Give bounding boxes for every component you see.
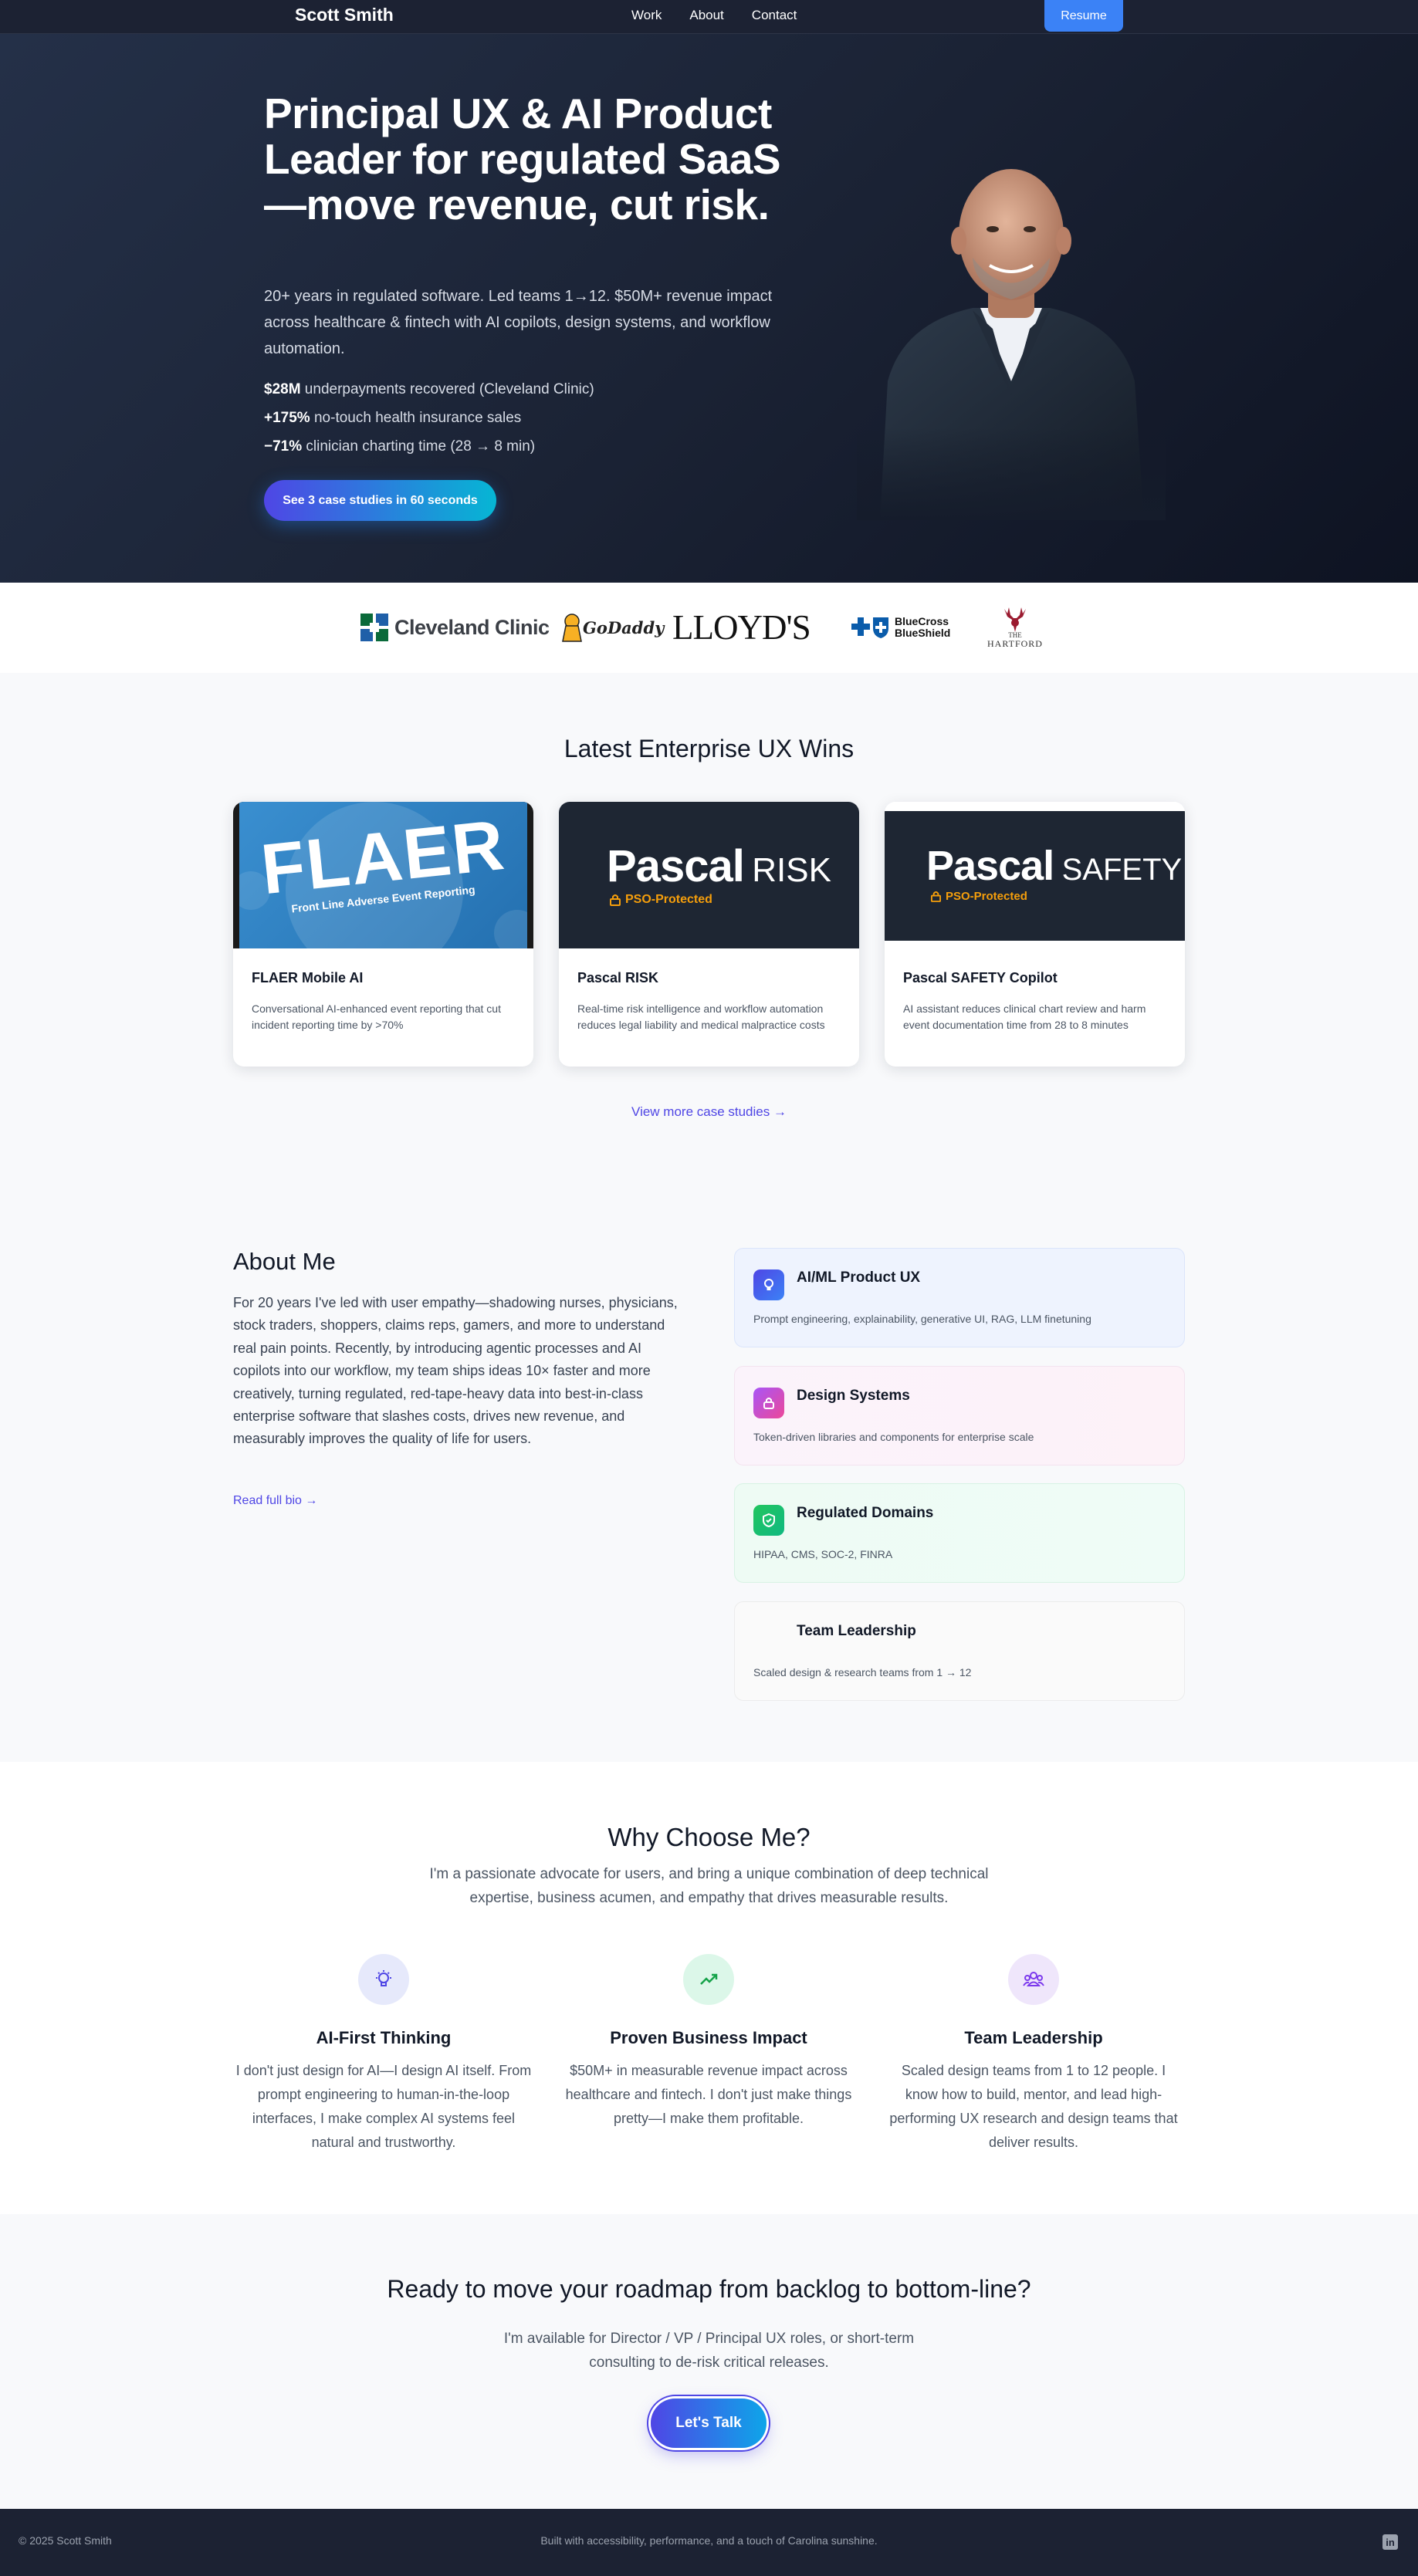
read-full-bio-link[interactable]: Read full bio → [233,1494,317,1508]
footer-tagline: Built with accessibility, performance, a… [540,2534,878,2547]
card-description: Conversational AI-enhanced event reporti… [252,1002,501,1031]
stat-value: $28M [264,381,301,397]
skill-description: Token-driven libraries and components fo… [753,1431,1034,1443]
feature-title: AI-First Thinking [316,2028,452,2047]
stat-item: −71% clinician charting time (28 → 8 min… [264,432,594,461]
skill-title: AI/ML Product UX [797,1269,921,1286]
stat-value: −71% [264,438,303,455]
linkedin-icon[interactable]: in [1382,2534,1398,2550]
skill-title: Design Systems [797,1388,910,1404]
trending-up-icon [683,1954,734,2005]
pascal-risk-thumbnail: Pascal RISK PSO-Protected [559,802,859,948]
flaer-thumbnail: FLAER Front Line Adverse Event Reporting [233,802,533,948]
stat-text: no-touch health insurance sales [310,410,522,426]
view-more-case-studies-link[interactable]: View more case studies → [0,1104,1418,1120]
pso-badge: PSO-Protected [946,890,1027,903]
hero-subtitle: 20+ years in regulated software. Led tea… [264,288,773,357]
pso-badge: PSO-Protected [625,893,712,906]
case-study-card-pascal-safety[interactable]: Pascal SAFETY PSO-Protected Pascal SAFET… [885,802,1185,1067]
hero-section: Principal UX & AI Product Leader for reg… [0,34,1418,583]
skill-title: Team Leadership [797,1623,916,1639]
cleveland-clinic-wordmark: Cleveland Clinic [394,615,550,639]
cleveland-clinic-cross-icon [360,614,388,641]
card-description: Real-time risk intelligence and workflow… [577,1002,825,1031]
case-studies-cta-button[interactable]: See 3 case studies in 60 seconds [264,480,496,521]
godaddy-wordmark: GoDaddy [583,617,665,637]
feature-business-impact: Proven Business Impact $50M+ in measurab… [560,1954,857,2131]
skill-description: Scaled design & research teams from 1 → … [753,1666,972,1678]
nav-link-about[interactable]: About [689,8,723,23]
feature-description: $50M+ in measurable revenue impact acros… [565,2063,852,2126]
team-icon [1008,1954,1059,2005]
site-footer: © 2025 Scott Smith Built with accessibil… [0,2509,1418,2576]
feature-team-leadership: Team Leadership Scaled design teams from… [885,1954,1182,2155]
skill-title: Regulated Domains [797,1505,934,1521]
lloyds-wordmark: LLOYD'S [672,608,811,647]
card-title: Pascal RISK [577,970,659,985]
stat-text: clinician charting time (28 → 8 min) [302,438,536,455]
bluecross-blueshield-logo: BlueCross BlueShield [850,602,950,653]
top-nav: Scott Smith Work About Contact Resume [0,0,1418,34]
stat-item: +175% no-touch health insurance sales [264,404,594,432]
cleveland-clinic-logo: Cleveland Clinic [360,602,550,653]
skill-card-design-systems: Design Systems Token-driven libraries an… [734,1366,1185,1465]
feature-description: I don't just design for AI—I design AI i… [235,2063,532,2150]
about-section-title: About Me [233,1248,336,1275]
brand-name[interactable]: Scott Smith [295,5,394,25]
case-study-card-pascal-risk[interactable]: Pascal RISK PSO-Protected Pascal RISK Re… [559,802,859,1067]
why-section-subtitle: I'm a passionate advocate for users, and… [429,1866,989,1906]
client-logos-strip: Cleveland Clinic GoDaddy LLOYD'S BlueCro… [0,583,1418,673]
card-title: FLAER Mobile AI [252,970,364,985]
nav-link-contact[interactable]: Contact [752,8,797,23]
why-section-title: Why Choose Me? [607,1823,811,1851]
lloyds-logo: LLOYD'S [672,602,811,653]
portrait-photo [857,150,1166,520]
lets-talk-button[interactable]: Let's Talk [651,2399,767,2448]
pascal-safety-thumb-suffix: SAFETY [1061,853,1183,887]
cta-section-subtitle: I'm available for Director / VP / Princi… [503,2331,915,2371]
stat-value: +175% [264,410,310,426]
skill-description: Prompt engineering, explainability, gene… [753,1313,1091,1325]
lock-icon [610,894,621,906]
lock-icon [753,1388,784,1418]
pascal-safety-thumbnail: Pascal SAFETY PSO-Protected [885,802,1185,948]
stat-text: underpayments recovered (Cleveland Clini… [300,381,594,397]
feature-title: Proven Business Impact [610,2028,807,2047]
nav-links: Work About Contact [631,8,797,23]
shield-icon [753,1505,784,1536]
bcbs-wordmark-line1: BlueCross [895,615,949,627]
bcbs-wordmark-line2: BlueShield [895,627,951,639]
resume-button[interactable]: Resume [1044,0,1123,32]
card-title: Pascal SAFETY Copilot [903,970,1058,985]
about-body-text: For 20 years I've led with user empathy—… [233,1295,678,1447]
the-hartford-logo: THE HARTFORD [987,602,1043,653]
card-description: AI assistant reduces clinical chart revi… [903,1002,1146,1031]
lightbulb-icon [358,1954,409,2005]
wins-section-title: Latest Enterprise UX Wins [563,735,855,762]
hero-headline: Principal UX & AI Product Leader for reg… [264,90,781,228]
skill-card-regulated-domains: Regulated Domains HIPAA, CMS, SOC-2, FIN… [734,1483,1185,1583]
hartford-wordmark-line2: HARTFORD [987,638,1043,649]
hero-stats: $28M underpayments recovered (Cleveland … [264,375,594,461]
skill-description: HIPAA, CMS, SOC-2, FINRA [753,1548,893,1560]
lock-icon [931,891,941,902]
godaddy-logo: GoDaddy [561,602,664,653]
skill-card-team-leadership: Team Leadership Scaled design & research… [734,1601,1185,1701]
feature-description: Scaled design teams from 1 to 12 people.… [889,2063,1178,2150]
skill-card-ai-ml: AI/ML Product UX Prompt engineering, exp… [734,1248,1185,1347]
pascal-safety-thumb-title: Pascal [926,843,1054,889]
feature-title: Team Leadership [964,2028,1103,2047]
case-study-card-flaer[interactable]: FLAER Front Line Adverse Event Reporting… [233,802,533,1067]
lightbulb-icon [753,1269,784,1300]
cta-section-title: Ready to move your roadmap from backlog … [387,2275,1031,2303]
feature-ai-first: AI-First Thinking I don't just design fo… [235,1954,532,2155]
stat-item: $28M underpayments recovered (Cleveland … [264,375,594,404]
pascal-risk-thumb-title: Pascal [607,841,745,891]
hartford-stag-icon [1003,607,1026,632]
godaddy-mascot-icon [562,614,582,642]
team-icon [753,1623,784,1654]
bluecross-shield-icon [851,617,888,638]
nav-link-work[interactable]: Work [631,8,662,23]
pascal-risk-thumb-suffix: RISK [752,851,831,889]
